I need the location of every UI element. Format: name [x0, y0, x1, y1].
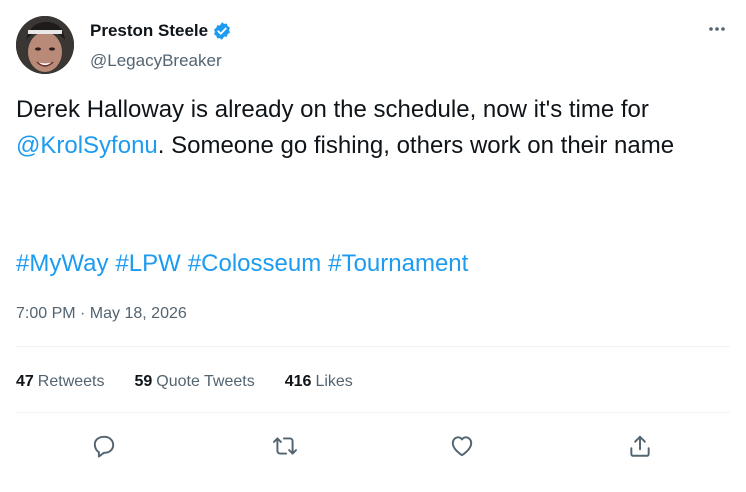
likes-stat[interactable]: 416 Likes — [285, 373, 353, 391]
reply-icon — [93, 435, 115, 458]
tweet-timestamp[interactable]: 7:00 PM · May 18, 2026 — [16, 305, 187, 323]
like-button[interactable] — [442, 426, 482, 466]
author-block: Preston Steele @LegacyBreaker — [90, 20, 232, 71]
hashtag-link[interactable]: #MyWay — [16, 250, 108, 277]
mention-link[interactable]: @KrolSyfonu — [16, 132, 158, 159]
likes-count: 416 — [284, 373, 312, 390]
share-icon — [630, 435, 650, 457]
hashtag-link[interactable]: #Colosseum — [188, 250, 321, 277]
quote-tweets-label: Quote Tweets — [156, 373, 255, 390]
retweets-stat[interactable]: 47 Retweets — [16, 373, 105, 391]
hashtag-list: #MyWay #LPW #Colosseum #Tournament — [16, 246, 475, 282]
avatar[interactable] — [16, 16, 74, 74]
share-button[interactable] — [620, 426, 660, 466]
tweet-text-part: . Someone go fishing, others work on the… — [157, 132, 675, 159]
display-name[interactable]: Preston Steele — [90, 21, 208, 41]
divider — [16, 346, 730, 347]
retweets-count: 47 — [16, 373, 34, 390]
hashtag-link[interactable]: #LPW — [115, 250, 180, 277]
likes-label: Likes — [315, 373, 353, 390]
tweet-text-part: Derek Halloway is already on the schedul… — [16, 96, 649, 123]
action-bar — [0, 426, 746, 466]
quote-tweets-stat[interactable]: 59 Quote Tweets — [135, 373, 255, 391]
user-handle[interactable]: @LegacyBreaker — [90, 51, 232, 71]
tweet-card: Preston Steele @LegacyBreaker Derek Hall… — [0, 0, 746, 492]
reply-button[interactable] — [84, 426, 124, 466]
quote-tweets-count: 59 — [134, 373, 153, 390]
retweets-label: Retweets — [37, 373, 105, 390]
avatar-image — [16, 16, 74, 74]
engagement-stats: 47 Retweets 59 Quote Tweets 416 Likes — [16, 373, 383, 391]
tweet-text: Derek Halloway is already on the schedul… — [16, 92, 728, 164]
hashtag-link[interactable]: #Tournament — [328, 250, 468, 277]
retweet-button[interactable] — [265, 426, 305, 466]
like-icon — [451, 436, 473, 457]
verified-badge-icon — [212, 21, 232, 41]
retweet-icon — [272, 437, 298, 455]
divider — [16, 412, 730, 413]
more-icon[interactable] — [706, 18, 728, 40]
